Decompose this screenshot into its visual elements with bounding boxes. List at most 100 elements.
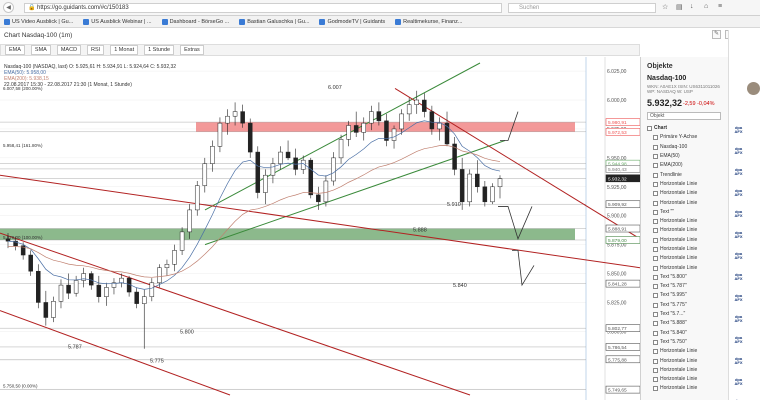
checkbox-icon[interactable] <box>647 126 652 132</box>
object-list-item[interactable]: Horizontale Linie <box>647 347 725 356</box>
object-label: Horizontale Linie <box>660 366 698 373</box>
object-list-item[interactable]: EMA(200) <box>647 161 725 170</box>
checkbox-icon[interactable] <box>653 163 658 169</box>
price-chart[interactable]: 6.025,006.000,005.975,005.950,005.925,00… <box>0 57 640 400</box>
checkbox-icon[interactable] <box>653 154 658 160</box>
checkbox-icon[interactable] <box>653 339 658 345</box>
news-source-logo[interactable]: dpaAFX <box>732 357 745 365</box>
object-list-item[interactable]: Horizontale Linie <box>647 366 725 375</box>
news-source-logo[interactable]: dpaAFX <box>732 273 745 281</box>
news-source-logo[interactable]: dpaAFX <box>732 378 745 386</box>
checkbox-icon[interactable] <box>653 330 658 336</box>
object-list-item[interactable]: Trendlinie <box>647 170 725 179</box>
news-source-logo[interactable]: dpaAFX <box>732 147 745 155</box>
object-list-item[interactable]: Horizontale Linie <box>647 217 725 226</box>
checkbox-icon[interactable] <box>653 219 658 225</box>
news-source-logo[interactable]: dpaAFX <box>732 336 745 344</box>
object-list-item[interactable]: Chart <box>647 124 725 133</box>
checkbox-icon[interactable] <box>653 302 658 308</box>
toolbar-button[interactable]: 1 Monat <box>110 45 139 55</box>
object-list-item[interactable]: Text "5.750" <box>647 338 725 347</box>
bookmark-item[interactable]: Realtimekurse, Finanz... <box>395 18 462 25</box>
checkbox-icon[interactable] <box>653 237 658 243</box>
object-list-item[interactable]: Horizontale Linie <box>647 180 725 189</box>
object-search-input[interactable]: Objekt <box>647 112 721 120</box>
checkbox-icon[interactable] <box>653 377 658 383</box>
checkbox-icon[interactable] <box>653 135 658 141</box>
checkbox-icon[interactable] <box>653 181 658 187</box>
home-icon[interactable]: ⌂ <box>704 3 708 10</box>
bookmark-item[interactable]: GodmodeTV | Guidants <box>319 18 385 25</box>
object-label: Horizontale Linie <box>660 236 698 243</box>
object-list-item[interactable]: Horizontale Linie <box>647 384 725 393</box>
object-list-item[interactable]: Text "" <box>647 208 725 217</box>
checkbox-icon[interactable] <box>653 349 658 355</box>
news-source-logo[interactable]: dpaAFX <box>732 294 745 302</box>
toolbar-button[interactable]: MACD <box>56 45 82 55</box>
chart-canvas[interactable]: 6.025,006.000,005.975,005.950,005.925,00… <box>0 57 640 400</box>
checkbox-icon[interactable] <box>653 293 658 299</box>
checkbox-icon[interactable] <box>653 265 658 271</box>
toolbar-button[interactable]: EMA <box>5 45 25 55</box>
checkbox-icon[interactable] <box>653 321 658 327</box>
object-list-item[interactable]: Primäre Y-Achse <box>647 133 725 142</box>
checkbox-icon[interactable] <box>653 144 658 150</box>
star-icon[interactable]: ☆ <box>662 3 668 11</box>
object-list-item[interactable]: Horizontale Linie <box>647 254 725 263</box>
checkbox-icon[interactable] <box>653 358 658 364</box>
avatar[interactable] <box>747 82 760 95</box>
address-bar[interactable]: 🔒 https://go.guidants.com/#c/150183 <box>24 3 502 13</box>
object-list-item[interactable]: Text "5.800" <box>647 273 725 282</box>
menu-icon[interactable]: ≡ <box>718 3 722 10</box>
checkbox-icon[interactable] <box>653 274 658 280</box>
object-list-item[interactable]: Text "5.995" <box>647 291 725 300</box>
checkbox-icon[interactable] <box>653 312 658 318</box>
news-source-logo[interactable]: dpaAFX <box>732 252 745 260</box>
object-list-item[interactable]: Horizontale Linie <box>647 189 725 198</box>
bookmark-item[interactable]: Dashboard - BörseGo ... <box>161 18 229 25</box>
toolbar-button[interactable]: RSI <box>87 45 105 55</box>
checkbox-icon[interactable] <box>653 209 658 215</box>
news-source-logo[interactable]: dpaAFX <box>732 168 745 176</box>
object-list-item[interactable]: EMA(50) <box>647 152 725 161</box>
bookmark-item[interactable]: US Video Ausblick | Gu... <box>4 18 73 25</box>
object-list-item[interactable]: Horizontale Linie <box>647 226 725 235</box>
object-list-item[interactable]: Horizontale Linie <box>647 245 725 254</box>
object-list-item[interactable]: Horizontale Linie <box>647 263 725 272</box>
toolbar-button[interactable]: SMA <box>30 45 51 55</box>
news-source-logo[interactable]: dpaAFX <box>732 189 745 197</box>
object-list-item[interactable]: Text "5.775" <box>647 301 725 310</box>
object-list-item[interactable]: Nasdaq-100 <box>647 143 725 152</box>
bookmark-item[interactable]: Bastian Galuschka | Gu... <box>239 18 309 25</box>
search-input[interactable]: Suchen <box>508 3 656 13</box>
object-list-item[interactable]: Text "5.787" <box>647 282 725 291</box>
object-list-item[interactable]: Text "5.7..." <box>647 310 725 319</box>
checkbox-icon[interactable] <box>653 247 658 252</box>
checkbox-icon[interactable] <box>653 367 658 373</box>
checkbox-icon[interactable] <box>653 284 658 290</box>
object-list-item[interactable]: Horizontale Linie <box>647 356 725 365</box>
object-list-item[interactable]: Text "5.888" <box>647 319 725 328</box>
news-source-logo[interactable]: dpaAFX <box>732 210 745 218</box>
edit-icon[interactable]: ✎ <box>712 30 721 39</box>
news-source-logo[interactable]: dpaAFX <box>732 315 745 323</box>
checkbox-icon[interactable] <box>653 228 658 234</box>
object-list-item[interactable]: Horizontale Linie <box>647 236 725 245</box>
object-list-item[interactable]: Text "5.840" <box>647 329 725 338</box>
quote-name[interactable]: Nasdaq-100 <box>647 75 686 82</box>
back-icon[interactable]: ◀ <box>3 2 14 13</box>
checkbox-icon[interactable] <box>653 172 658 178</box>
toolbar-button[interactable]: Extras <box>180 45 204 55</box>
toolbar-button[interactable]: 1 Stunde <box>144 45 175 55</box>
checkbox-icon[interactable] <box>653 256 658 262</box>
object-list-item[interactable]: Horizontale Linie <box>647 375 725 384</box>
bookmark-item[interactable]: US Ausblick Webinar | ... <box>83 18 152 25</box>
news-source-logo[interactable]: dpaAFX <box>732 231 745 239</box>
clipboard-icon[interactable]: ▤ <box>676 3 683 11</box>
checkbox-icon[interactable] <box>653 200 658 206</box>
checkbox-icon[interactable] <box>653 386 658 392</box>
checkbox-icon[interactable] <box>653 191 658 197</box>
news-source-logo[interactable]: dpaAFX <box>732 126 745 134</box>
download-icon[interactable]: ↓ <box>690 3 694 10</box>
object-list-item[interactable]: Horizontale Linie <box>647 198 725 207</box>
